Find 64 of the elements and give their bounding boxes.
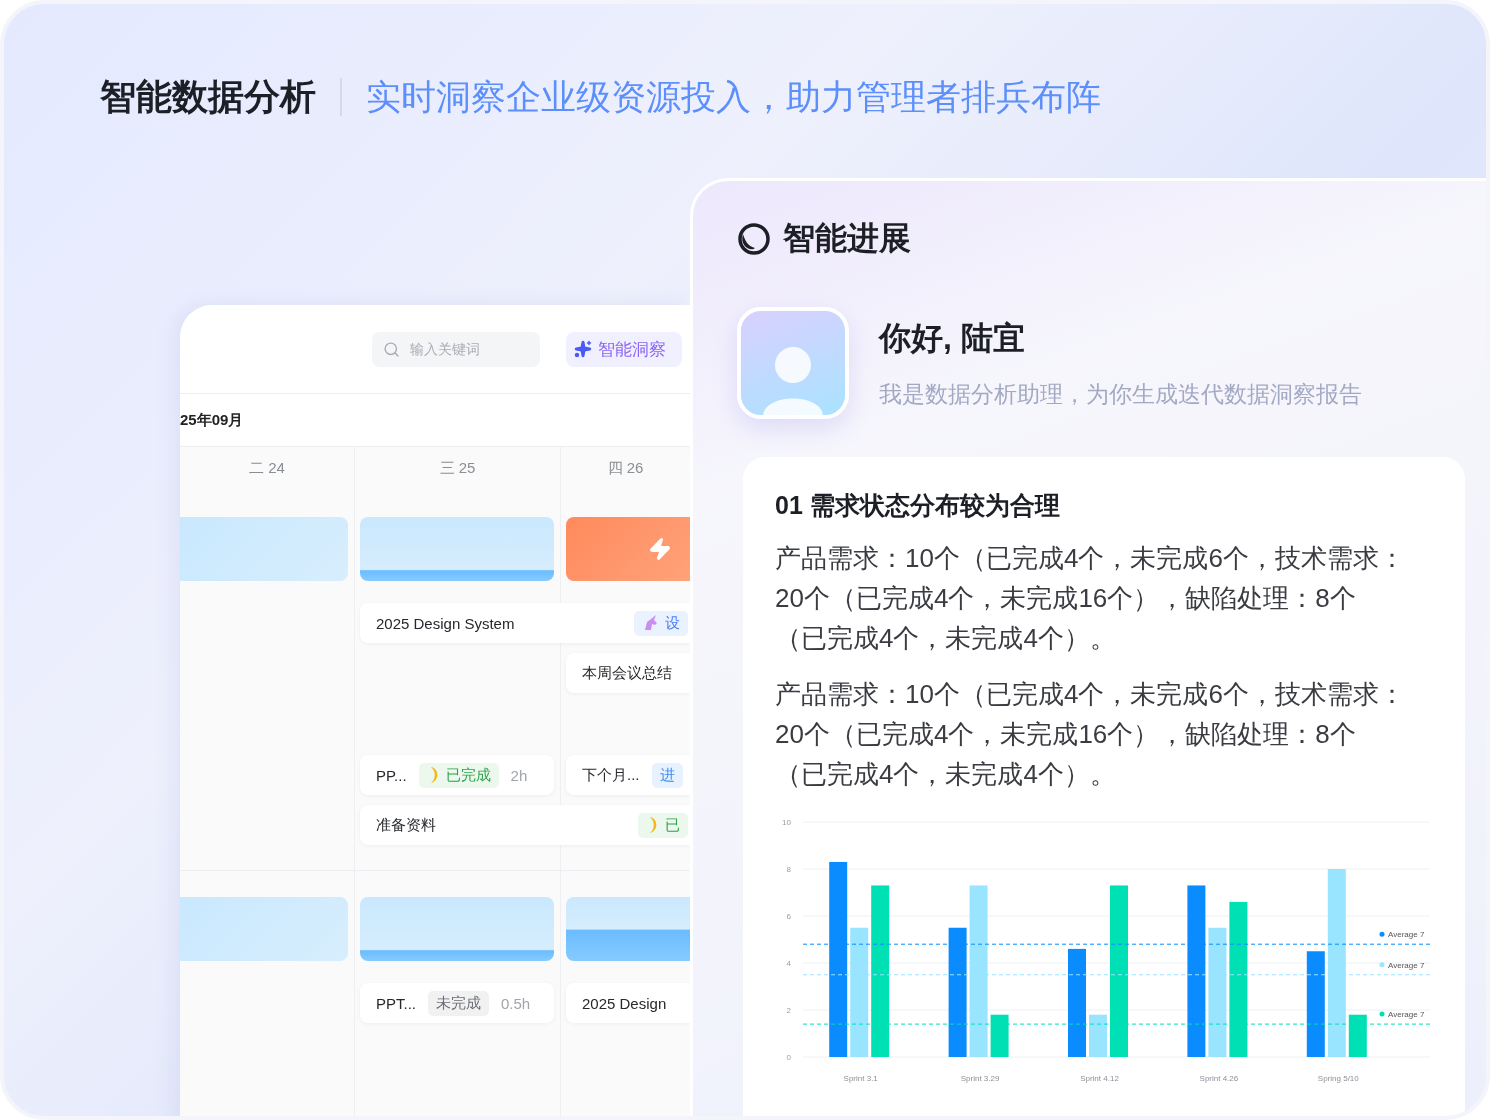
search-field[interactable]: 输入关键词 [372,331,540,367]
axis-tick-label: 10 [782,818,791,827]
page-title: 智能数据分析 [100,75,316,119]
page-subtitle: 实时洞察企业级资源投入，助力管理者排兵布阵 [366,76,1101,118]
report-paragraph: 产品需求：10个（已完成4个，未完成6个，技术需求：20个（已完成4个，未完成16个），缺陷处理：8个（已完成4个，未完成4个）。 [775,678,1405,791]
axis-tick-label: 6 [786,912,791,921]
search-icon [383,340,400,358]
sparkle-icon [574,340,592,358]
task-card[interactable]: 2025 Design System 设 [360,603,690,643]
category-label: Spring 5/10 [1317,1074,1359,1083]
average-label: Average 7 [1388,1010,1425,1020]
greeting: 你好, 陆宜 [879,318,1026,358]
task-title: 准备资料 [376,815,436,835]
average-label: Average 7 [1388,960,1425,970]
panel-title: 智能进展 [783,219,911,258]
crescent-circle-icon [737,222,771,256]
month-label: 25年09月 [180,410,244,430]
lightning-icon [648,537,672,561]
report-paragraph: 产品需求：10个（已完成4个，未完成6个，技术需求：20个（已完成4个，未完成16个），缺陷处理：8个（已完成4个，未完成4个）。 [775,542,1405,655]
chart-bar [1348,1014,1367,1057]
event-block[interactable] [566,897,690,961]
task-card[interactable]: PPT... 未完成 0.5h [360,983,554,1023]
task-title: PPT... [376,994,416,1012]
legend-dot [1379,931,1385,937]
event-block[interactable] [360,517,554,581]
assistant-intro: 我是数据分析助理，为你生成迭代数据洞察报告 [879,379,1362,409]
axis-tick-label: 8 [786,865,791,874]
status-tag: 已 [638,812,688,838]
report-heading: 01 需求状态分布较为合理 [775,490,1061,521]
axis-tick-label: 2 [786,1006,791,1015]
task-card[interactable]: 下个月... 进 [566,755,690,795]
task-card[interactable]: PP... 已完成 2h [360,755,554,795]
task-duration: 0.5h [501,994,531,1012]
axis-tick-label: 0 [786,1053,791,1062]
task-title: 2025 Design System [376,614,515,632]
status-tag: 设 [634,610,688,636]
category-label: Sprint 3.1 [843,1074,878,1083]
legend-dot [1379,962,1385,968]
unicorn-icon [642,614,660,632]
task-title: 下个月... [582,765,640,785]
category-label: Sprint 3.29 [960,1074,1000,1083]
average-label: Average 7 [1388,930,1425,940]
event-block[interactable] [180,517,348,581]
day-header: 二 24 [248,458,286,478]
task-card[interactable]: 准备资料 已 [360,805,690,845]
category-label: Sprint 4.12 [1080,1074,1119,1083]
status-tag: 已完成 [418,762,499,788]
chart-bar [990,1014,1009,1057]
event-block[interactable] [566,517,690,581]
insight-button[interactable]: 智能洞察 [566,331,682,367]
task-card[interactable]: 2025 Design [566,983,690,1023]
status-tag: 未完成 [428,990,489,1016]
task-title: PP... [376,766,407,784]
axis-tick-label: 4 [786,959,791,968]
event-block[interactable] [180,897,348,961]
task-title: 本周会议总结 [582,663,672,683]
task-title: 2025 Design [582,994,667,1012]
task-duration: 2h [510,766,528,784]
event-block[interactable] [360,897,554,961]
legend-dot [1379,1011,1385,1017]
status-tag: 进 [651,762,683,788]
category-label: Sprint 4.26 [1199,1074,1239,1083]
chart-bar [1089,1014,1107,1057]
task-card[interactable]: 本周会议总结 [566,653,690,693]
